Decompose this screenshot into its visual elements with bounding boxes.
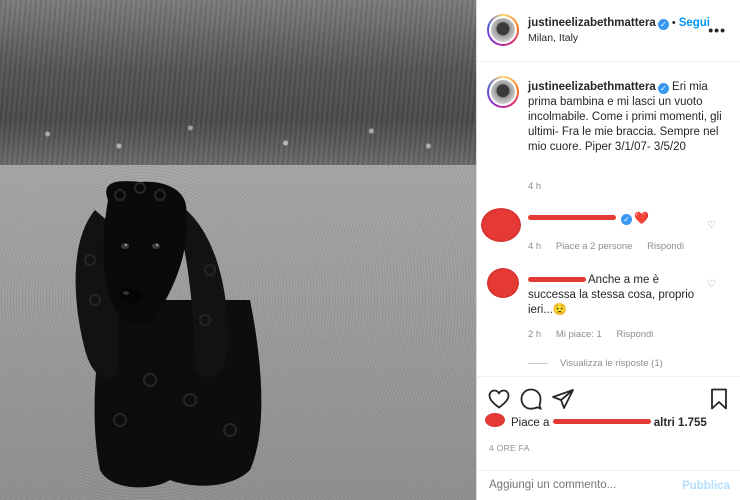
- redacted-liker-avatar: [485, 413, 505, 427]
- comment-reply-button[interactable]: Rispondi: [647, 241, 684, 252]
- bookmark-icon[interactable]: [707, 387, 731, 411]
- replies-line: [528, 363, 548, 364]
- view-replies-link[interactable]: Visualizza le risposte (1): [560, 358, 663, 369]
- paper-plane-icon[interactable]: [551, 387, 575, 411]
- comment-likes[interactable]: Mi piace: 1: [556, 329, 602, 340]
- verified-badge-icon: ✓: [657, 19, 669, 30]
- heart-icon[interactable]: [487, 387, 511, 411]
- likes-summary[interactable]: Piace a altri 1.755: [511, 417, 707, 429]
- comment-emoji: ❤️: [634, 211, 649, 225]
- author-avatar[interactable]: [487, 14, 519, 46]
- redacted-avatar: [487, 268, 519, 298]
- publish-button[interactable]: Pubblica: [682, 480, 730, 492]
- comment-box: Pubblica: [477, 470, 740, 500]
- caption-username[interactable]: justineelizabethmattera: [528, 81, 656, 93]
- comment-meta: 4 h Piace a 2 persone Rispondi: [528, 241, 696, 252]
- comment-time: 4 h: [528, 241, 542, 252]
- post-photo[interactable]: [0, 0, 476, 500]
- post-side-panel: justineelizabethmattera ✓ • Segui Milan, It…: [477, 0, 740, 500]
- post-header: justineelizabethmattera ✓ • Segui Milan, It…: [477, 0, 740, 62]
- ellipsis-icon[interactable]: •••: [708, 22, 726, 38]
- caption-time: 4 h: [528, 181, 542, 192]
- likes-prefix: Piace a: [511, 417, 550, 429]
- redacted-username: [528, 215, 616, 220]
- comment-icon[interactable]: [519, 387, 543, 411]
- comment-reply-button[interactable]: Rispondi: [616, 329, 653, 340]
- verified-badge-icon: ✓: [621, 214, 632, 225]
- author-username[interactable]: justineelizabethmattera: [528, 17, 656, 29]
- post-caption: justineelizabethmattera ✓ Eri mia prima b…: [528, 80, 728, 155]
- comment-time: 2 h: [528, 329, 542, 340]
- dog-silhouette: [75, 181, 262, 488]
- comment-text: Anche a me è successa la stessa cosa, pr…: [528, 274, 695, 316]
- comment-input[interactable]: [489, 479, 669, 491]
- comment-meta: 2 h Mi piace: 1 Rispondi: [528, 329, 665, 340]
- comment-like-heart-icon[interactable]: ♡: [707, 220, 716, 231]
- redacted-liker-name: [552, 419, 651, 424]
- separator-dot: •: [671, 17, 676, 29]
- redacted-avatar: [481, 208, 521, 242]
- post-time: 4 ORE FA: [489, 443, 530, 453]
- comment-likes[interactable]: Piace a 2 persone: [556, 241, 633, 252]
- verified-badge-icon: ✓: [657, 83, 669, 94]
- follow-button[interactable]: Segui: [679, 17, 710, 29]
- likes-count[interactable]: altri 1.755: [654, 417, 707, 429]
- caption-author-avatar[interactable]: [487, 76, 519, 108]
- post-location[interactable]: Milan, Italy: [528, 32, 578, 44]
- comment-like-heart-icon[interactable]: ♡: [707, 279, 716, 290]
